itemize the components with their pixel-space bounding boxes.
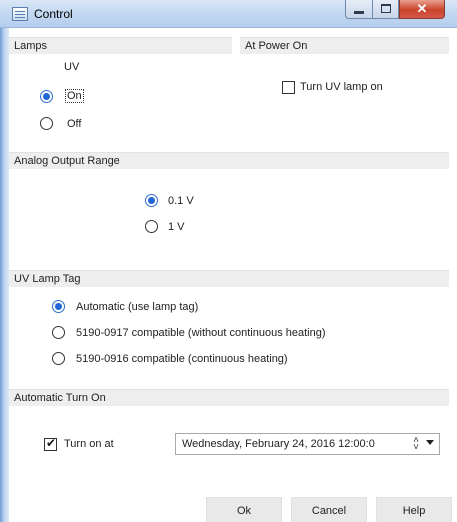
ok-button[interactable]: Ok [206,497,282,522]
turn-on-datetime-picker[interactable]: Wednesday, February 24, 2016 12:00:0 ˄ ˅ [175,433,440,455]
uv-column-label: UV [64,61,80,73]
maximize-button[interactable] [372,0,399,19]
turn-uv-lamp-on-checkbox[interactable] [282,81,295,94]
lamps-header: Lamps [9,37,232,54]
window-title: Control [34,7,73,21]
turn-uv-lamp-on-label[interactable]: Turn UV lamp on [300,81,383,93]
lamp-tag-0917-label[interactable]: 5190-0917 compatible (without continuous… [76,327,326,339]
dropdown-arrow-icon[interactable] [426,440,434,445]
turn-on-at-checkbox[interactable]: ✔ [44,436,57,451]
title-bar[interactable]: Control ✕ [0,0,457,28]
analog-0-1v-radio[interactable] [145,194,158,207]
lamp-tag-automatic-label[interactable]: Automatic (use lamp tag) [76,301,198,313]
close-icon: ✕ [416,1,428,16]
minimize-icon [354,11,364,14]
lamp-on-radio[interactable] [40,90,53,103]
window-frame-left [0,28,9,522]
minimize-button[interactable] [345,0,372,19]
close-button[interactable]: ✕ [399,0,445,19]
datetime-value[interactable]: Wednesday, February 24, 2016 12:00:0 [182,438,375,450]
at-power-on-header: At Power On [240,37,449,54]
automatic-turn-on-header: Automatic Turn On [9,389,449,406]
caption-buttons: ✕ [345,0,445,20]
lamp-on-label[interactable]: On [65,89,84,103]
help-button[interactable]: Help [376,497,452,522]
analog-0-1v-label[interactable]: 0.1 V [168,195,194,207]
cancel-button[interactable]: Cancel [291,497,367,522]
lamp-off-radio[interactable] [40,117,53,130]
checkmark-icon: ✔ [46,436,57,450]
spin-updown-icon[interactable]: ˄ ˅ [413,436,419,453]
lamp-tag-0917-radio[interactable] [52,326,65,339]
maximize-icon [381,4,391,13]
lamp-off-label[interactable]: Off [67,118,81,130]
analog-1v-radio[interactable] [145,220,158,233]
analog-output-range-header: Analog Output Range [9,152,449,169]
uv-lamp-tag-header: UV Lamp Tag [9,270,449,287]
turn-on-at-label[interactable]: Turn on at [64,438,114,450]
lamp-tag-0916-label[interactable]: 5190-0916 compatible (continuous heating… [76,353,288,365]
lamp-tag-automatic-radio[interactable] [52,300,65,313]
app-icon [12,7,28,21]
control-dialog: Control ✕ Lamps At Power On UV On Off Tu… [0,0,457,522]
lamp-tag-0916-radio[interactable] [52,352,65,365]
analog-1v-label[interactable]: 1 V [168,221,185,233]
